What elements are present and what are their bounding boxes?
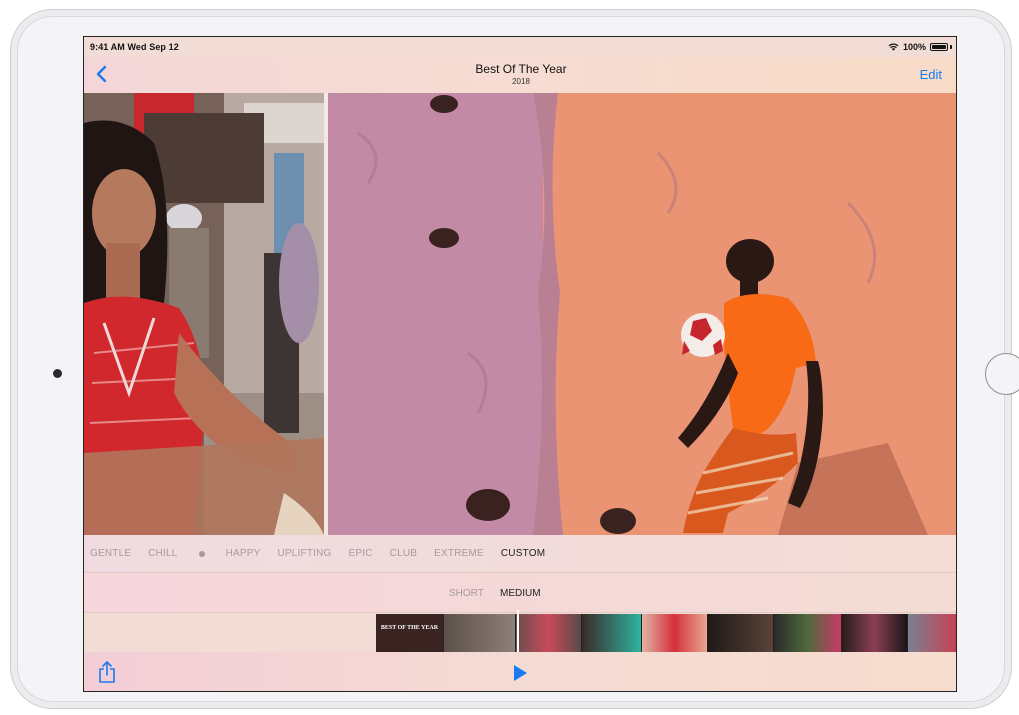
wifi-icon	[888, 43, 899, 51]
battery-percent: 100%	[902, 42, 926, 52]
battery-tip	[950, 45, 952, 49]
page-subtitle: 2018	[512, 77, 530, 86]
filmstrip[interactable]: BEST OF THE YEAR	[376, 614, 956, 652]
bottom-toolbar	[84, 652, 956, 691]
film-frame[interactable]	[516, 614, 582, 652]
film-frame[interactable]	[908, 614, 956, 652]
film-frame-title-text: BEST OF THE YEAR	[380, 625, 439, 631]
length-medium[interactable]: MEDIUM	[500, 588, 541, 599]
nav-bar: Best Of The Year 2018 Edit	[84, 57, 956, 93]
mood-chill[interactable]: CHILL	[148, 548, 177, 559]
play-icon[interactable]	[511, 664, 529, 682]
photo-football-illustration	[328, 93, 956, 535]
page-title: Best Of The Year	[475, 62, 567, 76]
film-frame[interactable]	[444, 614, 516, 652]
mood-uplifting[interactable]: UPLIFTING	[277, 548, 331, 559]
photo-woman[interactable]	[84, 93, 324, 535]
photo-woman-illustration	[84, 93, 324, 535]
mood-dream-dot-icon[interactable]	[198, 550, 205, 557]
mood-gentle[interactable]: GENTLE	[90, 548, 131, 559]
mood-club[interactable]: CLUB	[390, 548, 417, 559]
photo-football[interactable]	[328, 93, 956, 535]
mood-extreme[interactable]: EXTREME	[434, 548, 484, 559]
film-frame[interactable]	[708, 614, 774, 652]
mood-selector: GENTLE CHILL HAPPY UPLIFTING EPIC CLUB E…	[84, 535, 956, 573]
mood-epic[interactable]: EPIC	[349, 548, 373, 559]
film-frame[interactable]	[774, 614, 842, 652]
status-bar: 9:41 AM Wed Sep 12 100%	[84, 37, 956, 57]
mood-custom[interactable]: CUSTOM	[501, 548, 545, 559]
battery-icon	[930, 43, 948, 51]
playhead[interactable]	[517, 610, 519, 656]
front-camera	[53, 369, 62, 378]
length-selector: SHORT MEDIUM	[84, 574, 956, 613]
length-short[interactable]: SHORT	[449, 588, 484, 599]
film-frame[interactable]	[842, 614, 908, 652]
mood-happy[interactable]: HAPPY	[226, 548, 261, 559]
status-time: 9:41 AM Wed Sep 12	[90, 42, 179, 52]
share-icon[interactable]	[96, 660, 118, 684]
edit-button[interactable]: Edit	[920, 67, 942, 82]
screen: 9:41 AM Wed Sep 12 100% Best Of The Year…	[83, 36, 957, 692]
film-frame[interactable]	[582, 614, 642, 652]
film-frame[interactable]	[642, 614, 708, 652]
status-right: 100%	[888, 42, 952, 52]
home-button[interactable]	[985, 353, 1019, 395]
film-frame-title[interactable]: BEST OF THE YEAR	[376, 614, 444, 652]
